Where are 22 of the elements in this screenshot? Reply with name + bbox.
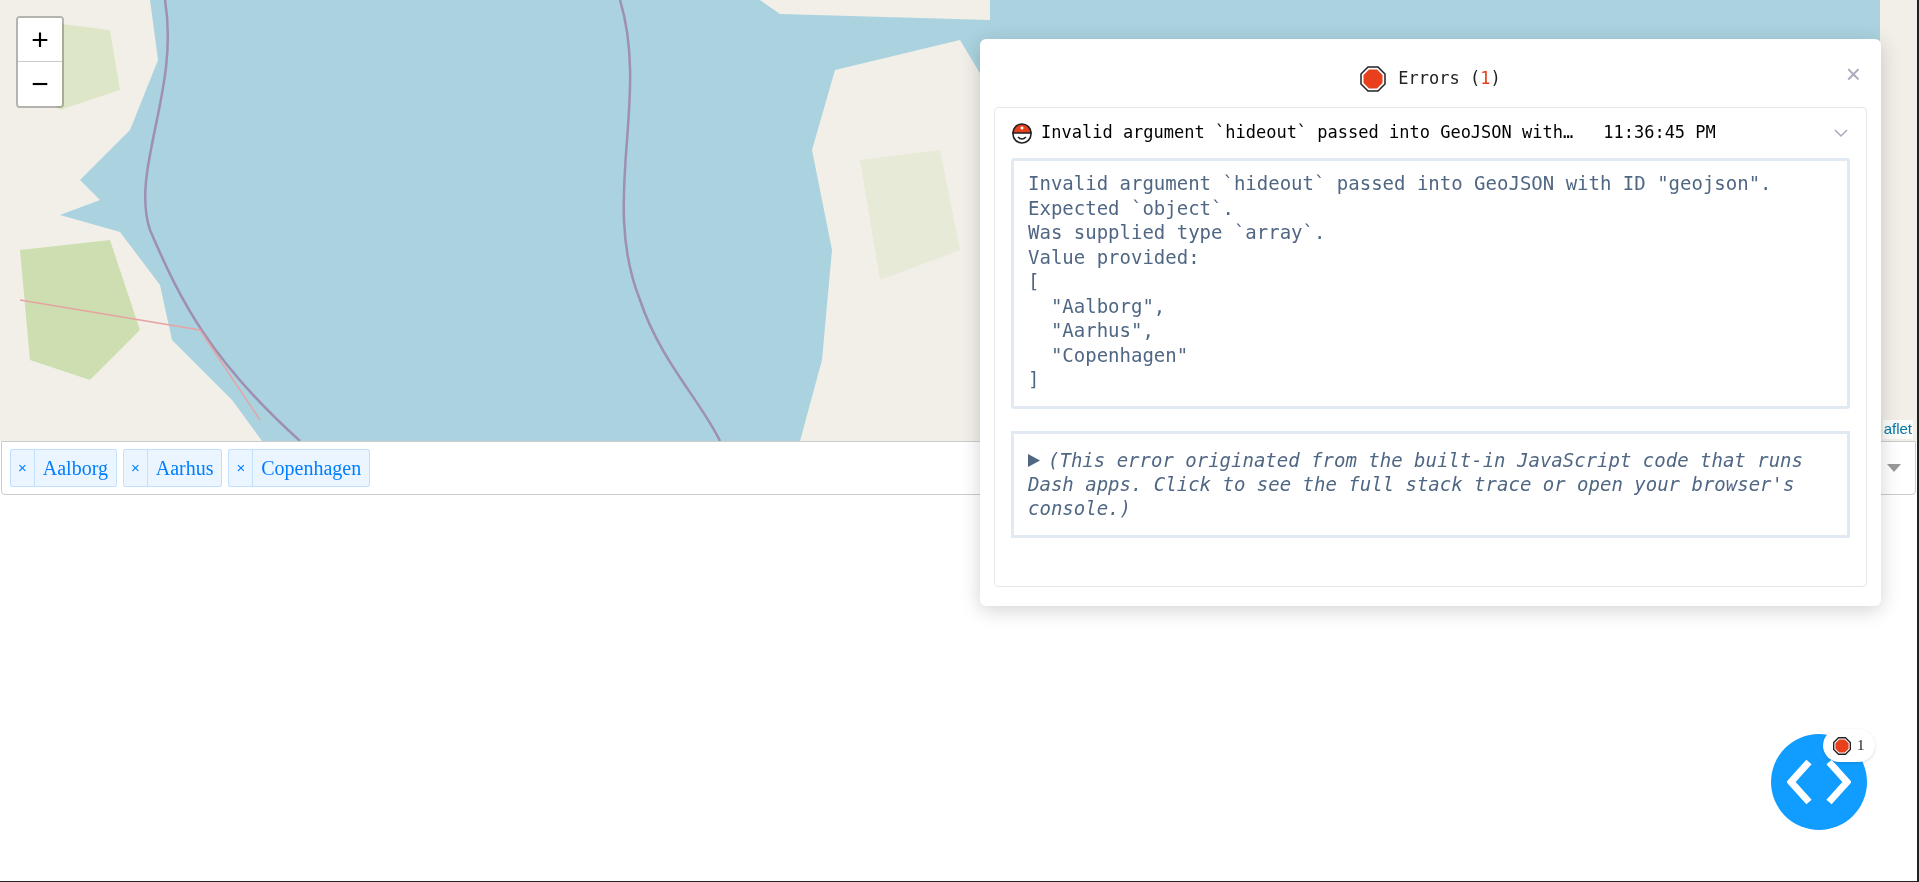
stop-sign-icon (1360, 66, 1387, 92)
attribution-link[interactable]: aflet (1882, 420, 1913, 439)
remove-tag-button[interactable]: × (11, 450, 35, 486)
code-icon (1787, 759, 1851, 805)
selected-tag: Aarhus (147, 450, 222, 486)
error-message[interactable]: Invalid argument `hideout` passed into GeoJSON with… (1041, 120, 1574, 146)
chevron-icon[interactable] (1834, 126, 1848, 140)
error-time: 11:36:45 PM (1603, 121, 1716, 145)
zoom-in-button[interactable]: + (18, 18, 62, 62)
selected-tag: Aalborg (34, 450, 116, 486)
caret-icon (1887, 464, 1901, 472)
error-count-badge[interactable]: 1 (1823, 729, 1875, 762)
remove-tag-button[interactable]: × (229, 450, 254, 486)
remove-tag-button[interactable]: × (123, 450, 148, 486)
stop-sign-icon (1833, 736, 1851, 755)
errors-title: Errors (1) (1398, 67, 1501, 91)
zoom-out-button[interactable]: − (18, 62, 62, 106)
expand-triangle-icon (1028, 454, 1040, 467)
error-count: 1 (1857, 736, 1865, 756)
helmet-icon (1011, 122, 1033, 144)
error-details: Invalid argument `hideout` passed into GeoJSON with ID "geojson". Expected `object`. Was supplied type `array`. Value provided: [ "Aalborg", "Aarhus", "Copenhagen" ] (1011, 158, 1850, 409)
selected-tag: Copenhagen (253, 450, 370, 486)
